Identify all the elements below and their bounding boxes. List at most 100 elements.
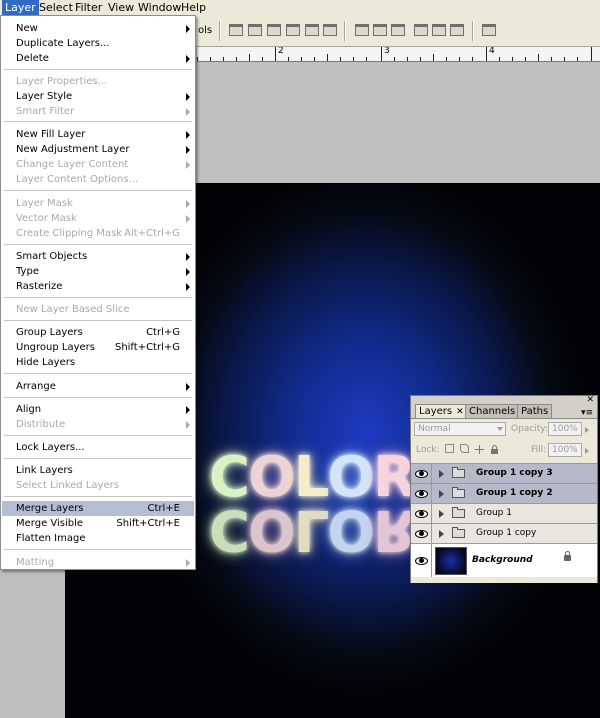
eye-icon[interactable] (414, 467, 428, 480)
lock-image-icon[interactable] (460, 444, 469, 453)
eye-icon[interactable] (414, 527, 428, 540)
layer-row[interactable]: Group 1 copy 3 (411, 463, 597, 483)
menu-layer[interactable]: Layer (2, 0, 39, 15)
menu-help[interactable]: Help (178, 0, 209, 15)
distribute-right-icon[interactable] (450, 24, 464, 36)
eye-icon[interactable] (414, 507, 428, 520)
menu-item-type[interactable]: Type (2, 264, 194, 279)
blend-mode-select[interactable]: Normal (414, 422, 506, 436)
auto-align-icon[interactable] (482, 24, 496, 36)
ruler-tick (288, 57, 289, 61)
menu-item-duplicate-layers[interactable]: Duplicate Layers... (2, 36, 194, 51)
panel-header[interactable] (411, 396, 597, 402)
menu-item-distribute[interactable]: Distribute (2, 417, 194, 432)
menu-item-create-clipping-mask[interactable]: Create Clipping Mask Alt+Ctrl+G (2, 226, 194, 241)
layer-row[interactable]: Group 1 (411, 503, 597, 523)
menu-select[interactable]: Select (36, 0, 76, 15)
menu-item-new-layer-based-slice[interactable]: New Layer Based Slice (2, 302, 194, 317)
menu-view[interactable]: View (105, 0, 137, 15)
ruler-tick (340, 57, 341, 61)
expand-triangle-icon[interactable] (439, 530, 444, 538)
align-top-icon[interactable] (229, 24, 243, 36)
align-bottom-icon[interactable] (267, 24, 281, 36)
panel-menu-icon[interactable]: ▾≡ (581, 408, 593, 418)
menu-item-arrange[interactable]: Arrange (2, 379, 194, 394)
ruler-tick (223, 57, 224, 61)
ruler-tick (538, 54, 539, 61)
ruler-tick (275, 47, 276, 61)
ruler-tick (366, 57, 367, 61)
align-right-icon[interactable] (323, 24, 337, 36)
divider (431, 544, 432, 577)
menu-item-change-layer-content[interactable]: Change Layer Content (2, 157, 194, 172)
tab-layers[interactable]: Layers ✕ (415, 404, 468, 418)
distribute-bottom-icon[interactable] (391, 24, 405, 36)
menu-window[interactable]: Window (135, 0, 184, 15)
expand-triangle-icon[interactable] (439, 470, 444, 478)
ruler-tick (314, 57, 315, 61)
ruler-tick (301, 57, 302, 61)
layer-row[interactable]: Group 1 copy (411, 523, 597, 543)
blend-mode-value: Normal (418, 424, 451, 434)
ruler-tick (472, 57, 473, 61)
menu-item-select-linked-layers[interactable]: Select Linked Layers (2, 478, 194, 493)
ruler-tick (433, 54, 434, 61)
menu-item-new-fill-layer[interactable]: New Fill Layer (2, 127, 194, 142)
menu-item-layer-properties[interactable]: Layer Properties... (2, 74, 194, 89)
menu-filter[interactable]: Filter (72, 0, 105, 15)
menu-item-new[interactable]: New (2, 21, 194, 36)
menu-item-layer-content-options[interactable]: Layer Content Options... (2, 172, 194, 187)
align-vertical-center-icon[interactable] (248, 24, 262, 36)
menu-item-hide-layers[interactable]: Hide Layers (2, 355, 194, 370)
menu-separator (4, 121, 192, 123)
menu-item-label: Merge Visible (16, 518, 84, 529)
menu-item-vector-mask[interactable]: Vector Mask (2, 211, 194, 226)
layer-name: Background (472, 555, 533, 565)
opacity-field[interactable]: 100% (548, 422, 589, 436)
expand-triangle-icon[interactable] (439, 490, 444, 498)
lock-all-icon[interactable] (490, 444, 499, 454)
tab-paths[interactable]: Paths (517, 404, 553, 418)
lock-transparent-icon[interactable] (445, 444, 454, 453)
layer-row[interactable]: Group 1 copy 2 (411, 483, 597, 503)
menu-item-label: New Layer Based Slice (16, 304, 130, 315)
submenu-arrow-icon (186, 131, 190, 139)
fill-field[interactable]: 100% (548, 443, 589, 457)
tab-channels[interactable]: Channels (465, 404, 520, 418)
distribute-left-icon[interactable] (414, 24, 428, 36)
menu-item-align[interactable]: Align (2, 402, 194, 417)
menu-item-ungroup-layers[interactable]: Ungroup Layers Shift+Ctrl+G (2, 340, 194, 355)
menu-item-label: Create Clipping Mask (16, 228, 123, 239)
layer-row-background[interactable]: Background (411, 543, 597, 577)
expand-triangle-icon[interactable] (439, 510, 444, 518)
menu-item-group-layers[interactable]: Group Layers Ctrl+G (2, 325, 194, 340)
eye-icon[interactable] (414, 554, 428, 567)
menu-item-layer-style[interactable]: Layer Style (2, 89, 194, 104)
menu-item-merge-visible[interactable]: Merge Visible Shift+Ctrl+E (2, 516, 194, 531)
close-panel-icon[interactable]: ✕ (586, 396, 594, 405)
align-left-icon[interactable] (286, 24, 300, 36)
close-tab-icon[interactable]: ✕ (456, 407, 464, 417)
menu-item-new-adjustment-layer[interactable]: New Adjustment Layer (2, 142, 194, 157)
align-horizontal-center-icon[interactable] (305, 24, 319, 36)
distribute-horizontal-icon[interactable] (432, 24, 446, 36)
submenu-arrow-icon (186, 406, 190, 414)
layers-panel: ✕ Layers ✕ Channels Paths ▾≡ Normal Opaci… (410, 395, 598, 583)
menu-item-matting[interactable]: Matting (2, 555, 194, 570)
lock-position-icon[interactable] (475, 444, 484, 454)
menu-item-link-layers[interactable]: Link Layers (2, 463, 194, 478)
menu-item-label: Link Layers (16, 465, 73, 476)
menu-item-flatten-image[interactable]: Flatten Image (2, 531, 194, 546)
distribute-center-icon[interactable] (373, 24, 387, 36)
distribute-top-icon[interactable] (355, 24, 369, 36)
menu-item-lock-layers[interactable]: Lock Layers... (2, 440, 194, 455)
menu-item-layer-mask[interactable]: Layer Mask (2, 196, 194, 211)
menu-item-rasterize[interactable]: Rasterize (2, 279, 194, 294)
menu-item-smart-objects[interactable]: Smart Objects (2, 249, 194, 264)
eye-icon[interactable] (414, 487, 428, 500)
menu-item-label: New Fill Layer (16, 129, 86, 140)
menu-item-label: Layer Style (16, 91, 73, 102)
menu-item-smart-filter[interactable]: Smart Filter (2, 104, 194, 119)
menu-item-delete[interactable]: Delete (2, 51, 194, 66)
menu-item-merge-layers[interactable]: Merge Layers Ctrl+E (2, 501, 194, 516)
